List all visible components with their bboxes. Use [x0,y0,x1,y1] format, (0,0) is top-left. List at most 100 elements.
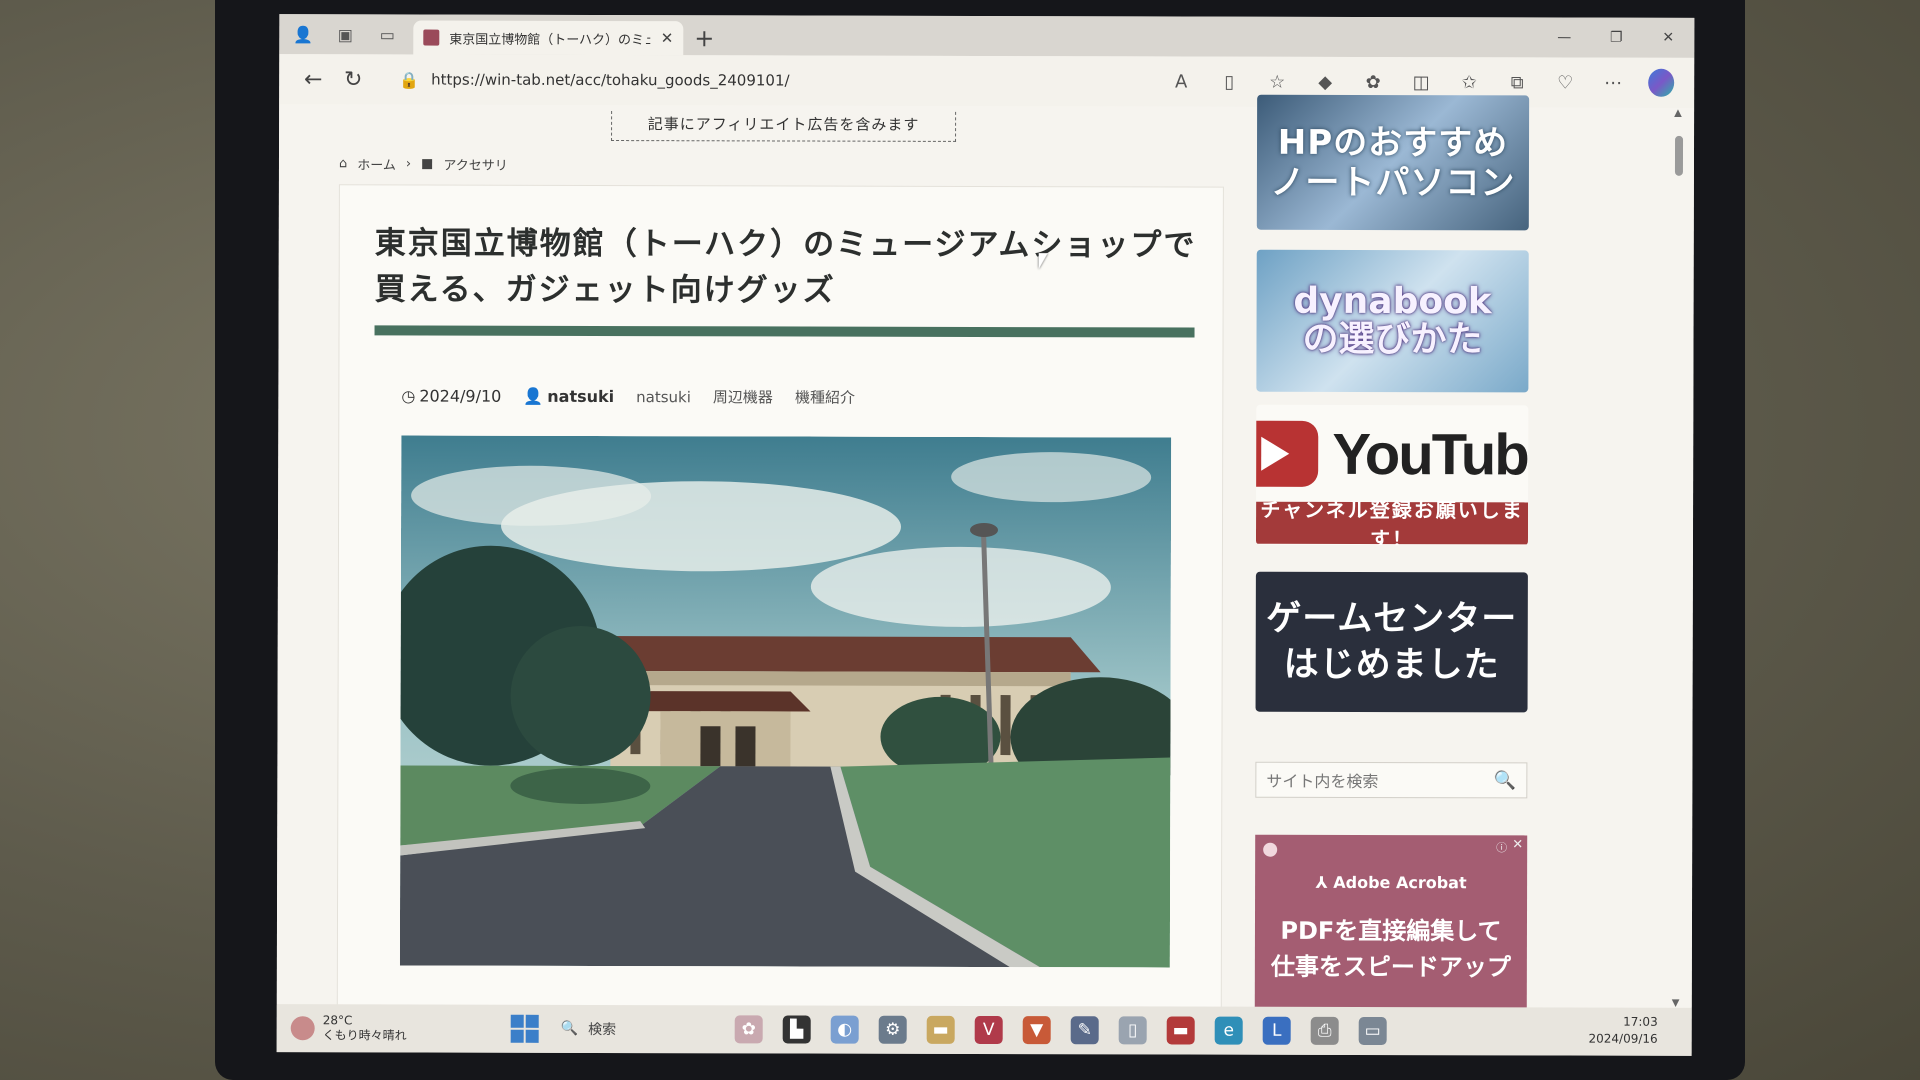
page-content: 記事にアフィリエイト広告を含みます ⌂ ホーム › ■ アクセサリ 東京国立博物… [276,94,1695,1027]
page-scrollbar[interactable]: ▲ ▼ [1672,108,1684,1009]
tag-link[interactable]: 機種紹介 [795,387,855,408]
sidebar: HPのおすすめ ノートパソコン dynabook の選びかた YouTube チ… [1254,94,1547,1014]
banner-game-center[interactable]: ゲームセンター はじめました [1255,571,1528,713]
breadcrumb: ⌂ ホーム › ■ アクセサリ [339,154,508,173]
tab-strip-icons: 👤 ▣ ▭ [279,14,413,54]
browser-essentials-icon[interactable]: ♡ [1552,72,1578,93]
tab-strip: 👤 ▣ ▭ 東京国立博物館（トーハク）のミュ ✕ + — ❐ ✕ [279,14,1695,58]
taskbar-search-icon: 🔍 [560,1020,579,1037]
ad-info-icon[interactable]: ⓘ [1496,839,1507,855]
tag-link[interactable]: 周辺機器 [713,386,773,407]
banner-hp-line2: ノートパソコン [1270,162,1516,203]
date-clock-icon: ◷ [401,386,416,406]
split-screen-icon[interactable]: ◫ [1408,72,1434,93]
edge-icon[interactable]: e [1214,1016,1243,1045]
weather-widget[interactable]: 28°C くもり時々晴れ [290,1013,511,1044]
site-search-input[interactable]: サイト内を検索 [1266,768,1378,792]
museum-photo [399,435,1172,968]
settings-gear-icon[interactable]: ⚙ [878,1015,907,1044]
collections-icon[interactable]: ⧉ [1504,72,1530,93]
task-view-icon[interactable]: ▙ [782,1015,811,1044]
restore-button[interactable]: ❐ [1590,18,1642,58]
post-date: 2024/9/10 [419,386,502,406]
weather-condition: くもり時々晴れ [322,1028,407,1043]
clock-date: 2024/09/16 [1588,1031,1658,1046]
ad-brand: ⅄ Adobe Acrobat [1255,873,1527,893]
acrobat-logo-icon: ⅄ [1315,872,1334,892]
banner-youtube[interactable]: YouTube チャンネル登録お願いします！ [1255,404,1529,546]
lock-icon[interactable]: 🔒 [399,70,419,89]
immersive-reader-icon[interactable]: ▯ [1216,71,1242,92]
taskbar-search-label: 検索 [588,1021,617,1039]
adobe-acrobat-ad[interactable]: ⓘ ✕ ⅄ Adobe Acrobat PDFを直接編集して 仕事をスピードアッ… [1254,834,1528,1014]
copilot-icon[interactable] [1648,68,1675,97]
letter-l-app-icon[interactable]: L [1262,1016,1291,1045]
hero-photo-museum [399,435,1172,968]
url-text[interactable]: https://win-tab.net/acc/tohaku_goods_240… [431,71,790,90]
address-bar[interactable]: 🔒 https://win-tab.net/acc/tohaku_goods_2… [383,62,1168,98]
system-clock[interactable]: 17:03 2024/09/16 [1588,1014,1657,1048]
back-button[interactable]: ← [293,61,333,97]
site-search-box[interactable]: サイト内を検索 🔍 [1255,761,1528,799]
ad-headline: PDFを直接編集して 仕事をスピードアップ [1255,913,1527,986]
favorite-star-icon[interactable]: ☆ [1264,71,1290,92]
search-icon[interactable]: 🔍 [1494,770,1516,791]
windows-start-icon[interactable] [510,1014,539,1043]
more-menu-icon[interactable]: ⋯ [1600,72,1626,93]
banner-hp-laptops[interactable]: HPのおすすめ ノートパソコン [1256,94,1530,231]
extension-icon[interactable]: ◆ [1312,71,1338,92]
widgets-icon[interactable]: ✿ [734,1015,763,1044]
snipping-tool-icon[interactable]: ✎ [1070,1016,1099,1045]
new-tab-button[interactable]: + [687,21,721,55]
ad-headline-line2: 仕事をスピードアップ [1270,952,1511,982]
weather-temp: 28°C [322,1013,353,1028]
youtube-play-icon [1255,420,1319,487]
close-window-button[interactable]: ✕ [1642,18,1694,58]
breadcrumb-separator: › [405,156,412,172]
red-app-icon[interactable]: ▬ [1166,1016,1195,1045]
ad-badge-icon [1263,842,1278,857]
windows-taskbar: 28°C くもり時々晴れ 🔍 検索 ✿ ▙ ◐ ⚙ ▬ V ▼ ✎ ▯ ▬ e … [276,1004,1692,1056]
read-aloud-icon[interactable]: A [1168,71,1194,92]
printer-app-icon[interactable]: ⎙ [1310,1016,1339,1045]
affiliate-notice: 記事にアフィリエイト広告を含みます [611,111,957,142]
article-title: 東京国立博物館（トーハク）のミュージアムショップで買える、ガジェット向けグッズ [374,225,1197,309]
tag-link[interactable]: natsuki [636,388,691,406]
extensions-puzzle-icon[interactable]: ✿ [1360,71,1386,92]
vivaldi-icon[interactable]: V [974,1015,1003,1045]
workspaces-icon[interactable]: ▣ [335,24,355,44]
favorites-icon[interactable]: ✩ [1456,72,1482,93]
banner-game-line2: はじめました [1283,644,1500,686]
ad-close-icon[interactable]: ✕ [1512,837,1523,852]
scroll-thumb[interactable] [1674,135,1684,176]
file-explorer-icon[interactable]: ▬ [926,1015,955,1044]
mouse-cursor-icon [1038,253,1048,270]
minimize-button[interactable]: — [1538,17,1590,57]
youtube-subscribe-cta: チャンネル登録お願いします！ [1255,497,1529,545]
refresh-button[interactable]: ↻ [333,61,373,97]
folder-icon: ■ [421,156,434,172]
taskbar-search[interactable]: 🔍 検索 [561,1019,721,1039]
copilot-app-icon[interactable]: ◐ [830,1015,859,1044]
toolbar-icons: A ▯ ☆ ◆ ✿ ◫ ✩ ⧉ ♡ ⋯ [1168,67,1680,97]
notepad-icon[interactable]: ▯ [1118,1016,1147,1045]
tab-actions-icon[interactable]: ▭ [377,24,397,44]
scroll-up-icon[interactable]: ▲ [1674,108,1682,119]
device-app-icon[interactable]: ▭ [1358,1016,1387,1046]
clock-time: 17:03 [1623,1014,1658,1029]
youtube-wordmark: YouTube [1332,421,1529,487]
breadcrumb-home[interactable]: ホーム [357,154,396,173]
youtube-logo-row: YouTube [1255,406,1529,502]
tab-active[interactable]: 東京国立博物館（トーハク）のミュ ✕ [413,20,684,56]
breadcrumb-category[interactable]: アクセサリ [443,155,507,174]
tab-close-icon[interactable]: ✕ [661,29,674,47]
ad-brand-name: Adobe Acrobat [1333,872,1467,893]
site-favicon-icon [423,29,440,46]
profile-icon[interactable]: 👤 [293,24,313,44]
screen: 👤 ▣ ▭ 東京国立博物館（トーハク）のミュ ✕ + — ❐ ✕ ← ↻ 🔒 h… [276,14,1695,1056]
brave-icon[interactable]: ▼ [1022,1016,1051,1045]
banner-dynabook[interactable]: dynabook の選びかた [1256,249,1529,393]
author-name[interactable]: natsuki [547,387,614,406]
author-person-icon: 👤 [523,386,544,406]
taskbar-apps: ✿ ▙ ◐ ⚙ ▬ V ▼ ✎ ▯ ▬ e L ⎙ ▭ [734,1015,1387,1046]
